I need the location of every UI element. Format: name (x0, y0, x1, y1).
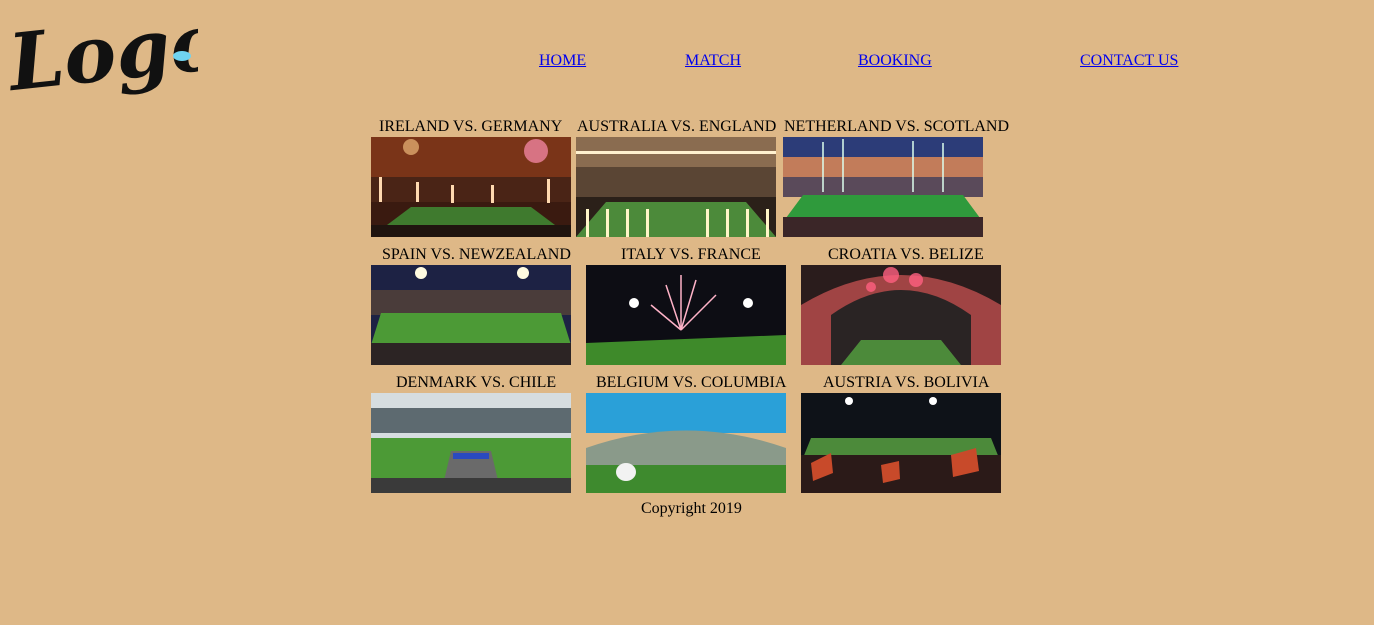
stadium-roof-fireworks-photo[interactable] (576, 137, 776, 237)
stadium-dusk-photo[interactable] (783, 137, 983, 237)
match-title: DENMARK VS. CHILE (396, 374, 557, 391)
match-title: SPAIN VS. NEWZEALAND (382, 246, 571, 263)
stadium-fireworks-photo[interactable] (371, 137, 571, 237)
match-title: CROATIA VS. BELIZE (828, 246, 984, 263)
match-title: ITALY VS. FRANCE (621, 246, 761, 263)
match-title: NETHERLAND VS. SCOTLAND (784, 118, 1010, 135)
page: Logo HOME MATCH BOOKING CONTACT US IRELA… (0, 0, 1374, 625)
stadium-fireworks-night-photo[interactable] (586, 265, 786, 365)
nav-contact-link[interactable]: CONTACT US (1080, 52, 1178, 70)
match-title: AUSTRIA VS. BOLIVIA (823, 374, 990, 391)
nav-home-link[interactable]: HOME (539, 52, 586, 70)
nav-booking-link[interactable]: BOOKING (858, 52, 932, 70)
logo-dot (173, 51, 191, 61)
stadium-red-fireworks-photo[interactable] (801, 265, 1001, 365)
site-logo[interactable]: Logo (3, 0, 227, 114)
match-title: BELGIUM VS. COLUMBIA (596, 374, 787, 391)
stadium-pitch-ceremony-photo[interactable] (371, 393, 571, 493)
copyright-text: Copyright 2019 (641, 500, 742, 517)
nav-match-link[interactable]: MATCH (685, 52, 741, 70)
match-title: AUSTRALIA VS. ENGLAND (577, 118, 777, 135)
stadium-rugby-ball-photo[interactable] (586, 393, 786, 493)
stadium-night-photo[interactable] (371, 265, 571, 365)
stadium-crowd-flags-photo[interactable] (801, 393, 1001, 493)
logo-text: Logo (8, 6, 198, 109)
match-title: IRELAND VS. GERMANY (379, 118, 563, 135)
